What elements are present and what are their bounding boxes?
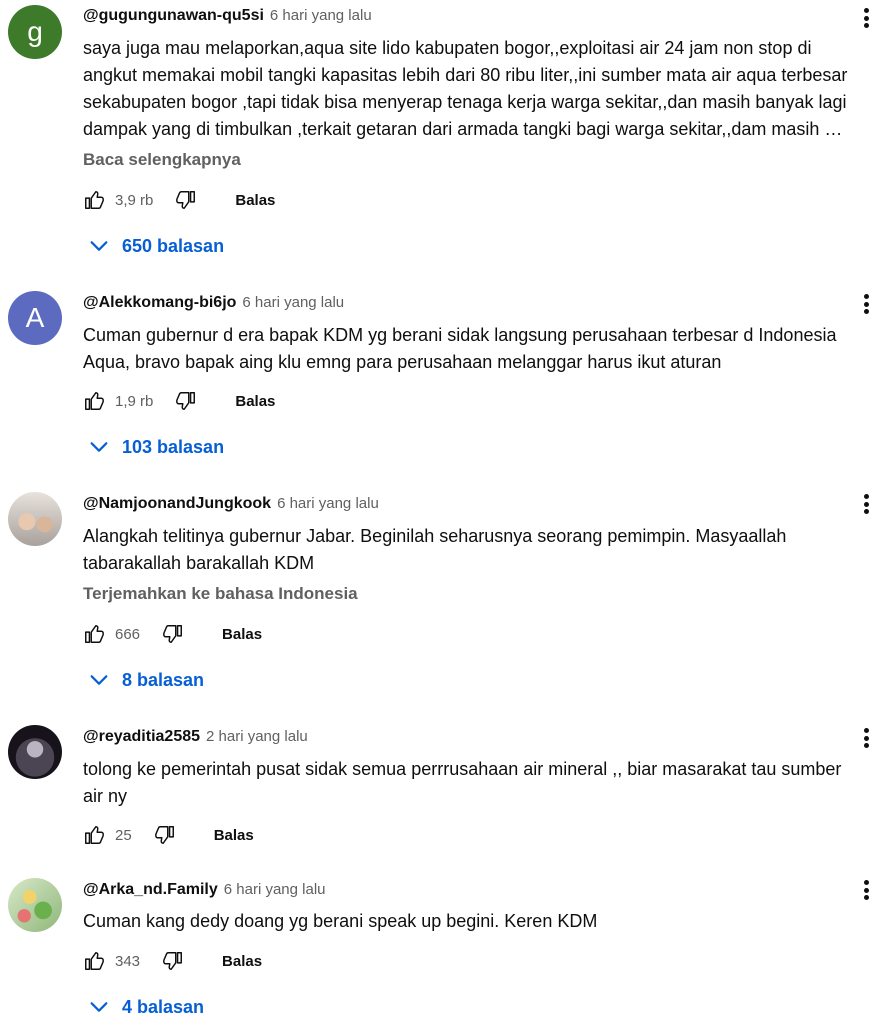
read-more-link[interactable]: Baca selengkapnya xyxy=(83,150,241,170)
thumb-up-icon[interactable] xyxy=(83,950,105,972)
thumb-down-icon[interactable] xyxy=(175,390,197,412)
reply-button[interactable]: Balas xyxy=(214,827,254,844)
comment-line: tabarakallah barakallah KDM xyxy=(83,553,315,573)
reply-button[interactable]: Balas xyxy=(235,192,275,209)
more-vert-icon[interactable] xyxy=(856,292,876,316)
thumb-down-icon[interactable] xyxy=(162,950,184,972)
comment-time[interactable]: 6 hari yang lalu xyxy=(277,495,379,512)
more-vert-icon[interactable] xyxy=(856,492,876,516)
more-vert-icon[interactable] xyxy=(856,726,876,750)
comment-line: Alangkah telitinya gubernur Jabar. Begin… xyxy=(83,526,787,546)
avatar[interactable] xyxy=(8,492,62,546)
comment-actions: 343 Balas xyxy=(83,949,262,973)
like-count: 25 xyxy=(115,826,132,844)
avatar[interactable] xyxy=(8,725,62,779)
comment-header: @Alekkomang-bi6jo 6 hari yang lalu xyxy=(83,294,344,312)
comment-line: air ny xyxy=(83,786,128,806)
comment-actions: 25 Balas xyxy=(83,823,254,847)
reply-button[interactable]: Balas xyxy=(235,393,275,410)
avatar[interactable] xyxy=(8,878,62,932)
more-vert-icon[interactable] xyxy=(856,878,876,902)
chevron-down-icon xyxy=(88,996,110,1018)
comment-author[interactable]: @gugungunawan-qu5si xyxy=(83,7,264,25)
comment-text: saya juga mau melaporkan,aqua site lido … xyxy=(83,35,883,143)
thumb-up-icon[interactable] xyxy=(83,623,105,645)
more-vert-icon[interactable] xyxy=(856,6,876,30)
comment-time[interactable]: 6 hari yang lalu xyxy=(224,881,326,898)
reply-button[interactable]: Balas xyxy=(222,953,262,970)
thumb-down-icon[interactable] xyxy=(162,623,184,645)
like-count: 1,9 rb xyxy=(115,392,154,410)
comment-header: @NamjoonandJungkook 6 hari yang lalu xyxy=(83,495,379,513)
replies-count-label: 4 balasan xyxy=(122,996,205,1017)
thumb-up-icon[interactable] xyxy=(83,390,105,412)
avatar-letter: g xyxy=(27,16,43,47)
comment-line: saya juga mau melaporkan,aqua site lido … xyxy=(83,38,812,58)
thumb-up-icon[interactable] xyxy=(83,189,105,211)
view-replies-button[interactable]: 650 balasan xyxy=(88,235,224,257)
comment-line: angkut memakai mobil tangki kapasitas le… xyxy=(83,65,848,85)
avatar[interactable]: A xyxy=(8,291,62,345)
thumb-down-icon[interactable] xyxy=(175,189,197,211)
comment-author[interactable]: @NamjoonandJungkook xyxy=(83,495,271,513)
view-replies-button[interactable]: 8 balasan xyxy=(88,669,204,691)
view-replies-button[interactable]: 103 balasan xyxy=(88,436,224,458)
comment-text: tolong ke pemerintah pusat sidak semua p… xyxy=(83,756,883,810)
comment-author[interactable]: @Alekkomang-bi6jo xyxy=(83,294,236,312)
chevron-down-icon xyxy=(88,436,110,458)
thumb-down-icon[interactable] xyxy=(154,824,176,846)
comment-actions: 3,9 rb Balas xyxy=(83,188,275,212)
translate-link[interactable]: Terjemahkan ke bahasa Indonesia xyxy=(83,584,358,604)
comment-time[interactable]: 6 hari yang lalu xyxy=(242,294,344,311)
comment-author[interactable]: @reyaditia2585 xyxy=(83,728,200,746)
comment-text: Alangkah telitinya gubernur Jabar. Begin… xyxy=(83,523,883,577)
replies-count-label: 103 balasan xyxy=(122,436,225,457)
comment-line: dampak yang di timbulkan ,terkait getara… xyxy=(83,119,843,139)
comment-time[interactable]: 6 hari yang lalu xyxy=(270,7,372,24)
replies-count-label: 8 balasan xyxy=(122,669,205,690)
comment-line: tolong ke pemerintah pusat sidak semua p… xyxy=(83,759,842,779)
comment-line: Cuman gubernur d era bapak KDM yg berani… xyxy=(83,325,837,345)
comment-header: @reyaditia2585 2 hari yang lalu xyxy=(83,728,308,746)
comment-text: Cuman kang dedy doang yg berani speak up… xyxy=(83,908,883,935)
avatar-letter: A xyxy=(25,302,45,333)
comment-actions: 1,9 rb Balas xyxy=(83,389,275,413)
like-count: 343 xyxy=(115,952,141,970)
comment-actions: 666 Balas xyxy=(83,622,262,646)
comment-time[interactable]: 2 hari yang lalu xyxy=(206,728,308,745)
comment-header: @Arka_nd.Family 6 hari yang lalu xyxy=(83,881,326,899)
avatar[interactable]: g xyxy=(8,5,62,59)
like-count: 666 xyxy=(115,625,141,643)
chevron-down-icon xyxy=(88,669,110,691)
comment-line: Cuman kang dedy doang yg berani speak up… xyxy=(83,911,598,931)
comment-text: Cuman gubernur d era bapak KDM yg berani… xyxy=(83,322,883,376)
replies-count-label: 650 balasan xyxy=(122,235,225,256)
comment-line: Aqua, bravo bapak aing klu emng para per… xyxy=(83,352,722,372)
thumb-up-icon[interactable] xyxy=(83,824,105,846)
comment-header: @gugungunawan-qu5si 6 hari yang lalu xyxy=(83,7,372,25)
comment-line: sekabupaten bogor ,tapi tidak bisa menye… xyxy=(83,92,847,112)
view-replies-button[interactable]: 4 balasan xyxy=(88,996,204,1018)
like-count: 3,9 rb xyxy=(115,191,154,209)
reply-button[interactable]: Balas xyxy=(222,626,262,643)
comment-author[interactable]: @Arka_nd.Family xyxy=(83,881,218,899)
chevron-down-icon xyxy=(88,235,110,257)
